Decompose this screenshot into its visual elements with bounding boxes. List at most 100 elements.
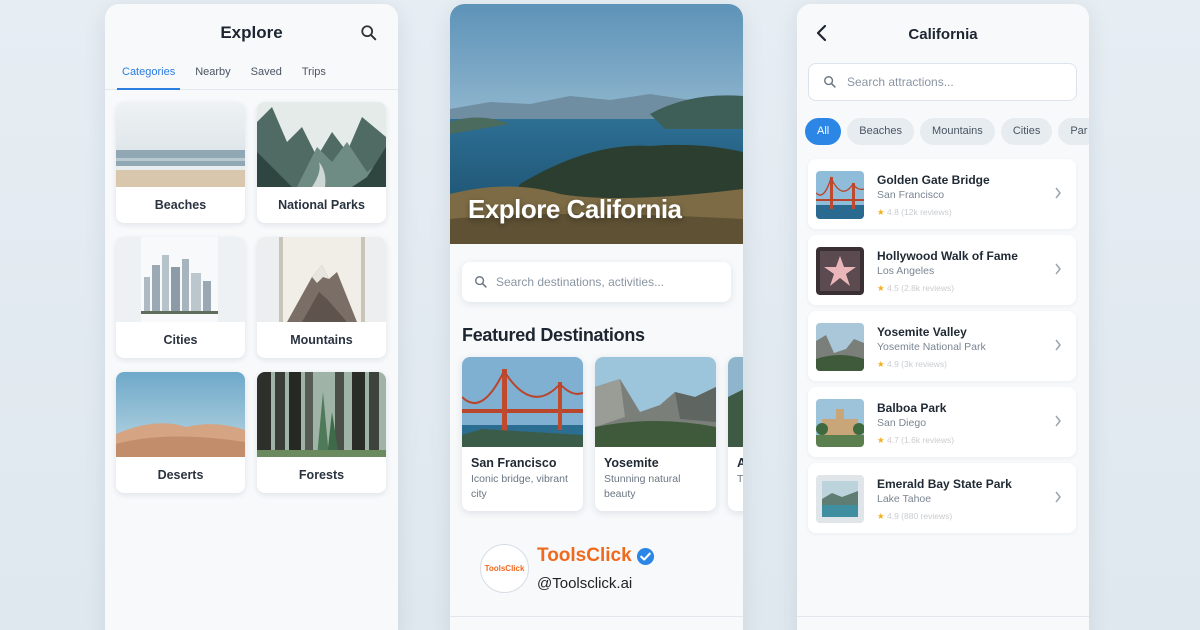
search-icon bbox=[475, 276, 487, 288]
chevron-right-icon bbox=[1055, 415, 1061, 427]
hero-banner: Explore California bbox=[450, 4, 743, 244]
tab-nearby[interactable]: Nearby bbox=[190, 60, 235, 90]
cities-image bbox=[116, 237, 245, 322]
attraction-rating: ★ 4.9 (3k reviews) bbox=[877, 359, 947, 370]
attraction-name: Emerald Bay State Park bbox=[877, 477, 1012, 491]
destination-image bbox=[728, 357, 743, 447]
destination-description: Stunning natural beauty bbox=[604, 473, 681, 500]
national-parks-image bbox=[257, 102, 386, 187]
rating-text: 4.9 (880 reviews) bbox=[887, 511, 953, 521]
attraction-rating: ★ 4.9 (880 reviews) bbox=[877, 511, 952, 522]
list-item[interactable]: Balboa Park San Diego ★ 4.7 (1.6k review… bbox=[808, 387, 1076, 457]
category-card-beaches[interactable]: Beaches bbox=[116, 102, 245, 223]
attraction-location: San Diego bbox=[877, 417, 927, 429]
toolsclick-logo: ToolsClick bbox=[480, 544, 529, 593]
attraction-search-bar[interactable] bbox=[808, 63, 1077, 101]
attraction-location: Los Angeles bbox=[877, 265, 935, 277]
destination-name: San Francisco bbox=[471, 456, 557, 470]
bottom-nav bbox=[797, 616, 1089, 630]
attraction-name: Golden Gate Bridge bbox=[877, 173, 990, 187]
beaches-image bbox=[116, 102, 245, 187]
search-icon bbox=[824, 76, 836, 88]
category-label: Deserts bbox=[157, 468, 204, 482]
category-label: Mountains bbox=[290, 333, 353, 347]
bottom-nav bbox=[450, 616, 743, 630]
san-francisco-image bbox=[462, 357, 583, 447]
chip-cities[interactable]: Cities bbox=[1000, 118, 1053, 145]
california-screen: California All Beaches Mountains Cities … bbox=[797, 4, 1089, 630]
star-icon: ★ bbox=[877, 511, 885, 521]
destination-description: T a bbox=[737, 473, 743, 485]
deserts-image bbox=[116, 372, 245, 457]
page-title: California bbox=[908, 26, 978, 43]
category-grid: Beaches National Parks Cities Mountains … bbox=[105, 90, 398, 493]
tab-bar: Categories Nearby Saved Trips bbox=[105, 60, 398, 90]
chevron-right-icon bbox=[1055, 263, 1061, 275]
attraction-rating: ★ 4.7 (1.6k reviews) bbox=[877, 435, 954, 446]
attraction-list: Golden Gate Bridge San Francisco ★ 4.8 (… bbox=[808, 159, 1076, 539]
destination-name: A bbox=[737, 456, 743, 470]
brand-name-text: ToolsClick bbox=[537, 545, 632, 566]
section-title: Featured Destinations bbox=[462, 325, 645, 345]
category-label: Forests bbox=[298, 468, 345, 482]
attraction-rating: ★ 4.5 (2.8k reviews) bbox=[877, 283, 954, 294]
search-icon[interactable] bbox=[360, 24, 378, 42]
star-icon: ★ bbox=[877, 435, 885, 445]
category-card-mountains[interactable]: Mountains bbox=[257, 237, 386, 358]
explore-screen: Explore Categories Nearby Saved Trips Be… bbox=[105, 4, 398, 630]
forests-image bbox=[257, 372, 386, 457]
destination-card-yosemite[interactable]: Yosemite Stunning natural beauty bbox=[595, 357, 716, 511]
attraction-name: Yosemite Valley bbox=[877, 325, 967, 339]
home-screen: Explore California Featured Destinations bbox=[450, 4, 743, 630]
rating-text: 4.7 (1.6k reviews) bbox=[887, 435, 955, 445]
chip-beaches[interactable]: Beaches bbox=[847, 118, 915, 145]
featured-destinations-carousel[interactable]: San Francisco Iconic bridge, vibrant cit… bbox=[462, 357, 743, 511]
attraction-location: Yosemite National Park bbox=[877, 341, 986, 353]
category-card-deserts[interactable]: Deserts bbox=[116, 372, 245, 493]
destination-search-input[interactable] bbox=[496, 275, 716, 289]
star-icon: ★ bbox=[877, 359, 885, 369]
attraction-thumbnail bbox=[816, 171, 864, 219]
chip-mountains[interactable]: Mountains bbox=[920, 118, 995, 145]
category-card-forests[interactable]: Forests bbox=[257, 372, 386, 493]
list-item[interactable]: Hollywood Walk of Fame Los Angeles ★ 4.5… bbox=[808, 235, 1076, 305]
destination-card-partial[interactable]: A T a bbox=[728, 357, 743, 511]
category-label: Beaches bbox=[154, 198, 207, 212]
filter-chips: All Beaches Mountains Cities Par bbox=[805, 118, 1089, 145]
category-label: Cities bbox=[163, 333, 198, 347]
attraction-name: Hollywood Walk of Fame bbox=[877, 249, 1018, 263]
chip-parks[interactable]: Par bbox=[1058, 118, 1089, 145]
chip-all[interactable]: All bbox=[805, 118, 842, 145]
destination-name: Yosemite bbox=[604, 456, 659, 470]
tab-categories[interactable]: Categories bbox=[117, 60, 181, 90]
yosemite-image bbox=[595, 357, 716, 447]
rating-text: 4.8 (12k reviews) bbox=[887, 207, 952, 217]
destination-description: Iconic bridge, vibrant city bbox=[471, 473, 568, 500]
star-icon: ★ bbox=[877, 283, 885, 293]
attraction-thumbnail bbox=[816, 323, 864, 371]
chevron-right-icon bbox=[1055, 187, 1061, 199]
list-item[interactable]: Yosemite Valley Yosemite National Park ★… bbox=[808, 311, 1076, 381]
category-card-cities[interactable]: Cities bbox=[116, 237, 245, 358]
rating-text: 4.5 (2.8k reviews) bbox=[887, 283, 955, 293]
attraction-name: Balboa Park bbox=[877, 401, 947, 415]
page-title: Explore bbox=[220, 23, 283, 42]
list-item[interactable]: Emerald Bay State Park Lake Tahoe ★ 4.9 … bbox=[808, 463, 1076, 533]
tab-trips[interactable]: Trips bbox=[297, 60, 331, 90]
category-card-national-parks[interactable]: National Parks bbox=[257, 102, 386, 223]
mountains-image bbox=[257, 237, 386, 322]
list-item[interactable]: Golden Gate Bridge San Francisco ★ 4.8 (… bbox=[808, 159, 1076, 229]
chevron-right-icon bbox=[1055, 339, 1061, 351]
attraction-thumbnail bbox=[816, 247, 864, 295]
verified-badge-icon bbox=[636, 547, 654, 565]
attraction-thumbnail bbox=[816, 399, 864, 447]
brand-name: ToolsClick bbox=[537, 545, 655, 567]
hero-title: Explore California bbox=[468, 194, 682, 224]
destination-search-bar[interactable] bbox=[462, 262, 731, 302]
destination-card-san-francisco[interactable]: San Francisco Iconic bridge, vibrant cit… bbox=[462, 357, 583, 511]
star-icon: ★ bbox=[877, 207, 885, 217]
tab-saved[interactable]: Saved bbox=[246, 60, 287, 90]
attraction-thumbnail bbox=[816, 475, 864, 523]
explore-header: Explore bbox=[105, 4, 398, 60]
attraction-search-input[interactable] bbox=[847, 75, 1067, 89]
